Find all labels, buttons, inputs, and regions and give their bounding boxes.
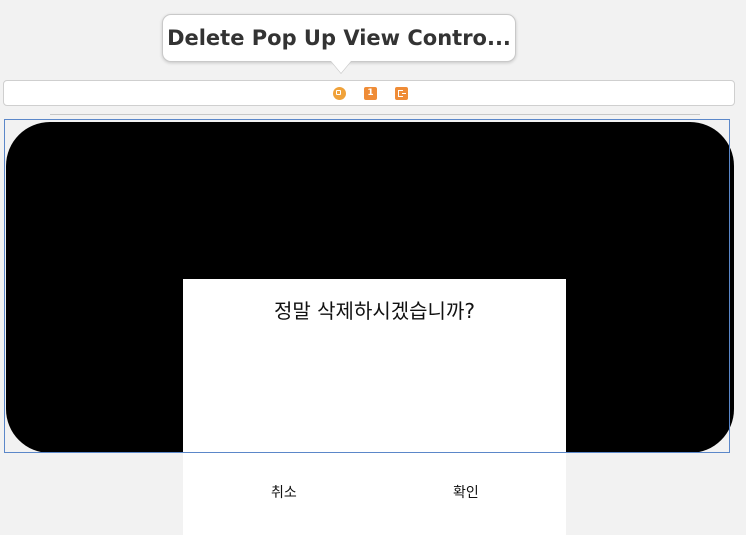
- cancel-button[interactable]: 취소: [271, 482, 297, 502]
- view-controller-icon[interactable]: [333, 87, 346, 100]
- tooltip-arrow: [331, 61, 351, 73]
- divider: [50, 114, 700, 115]
- first-responder-icon[interactable]: 1: [364, 87, 377, 100]
- scene-selection-outline: [4, 119, 730, 453]
- scene-name-tooltip: Delete Pop Up View Contro...: [162, 14, 516, 62]
- tooltip-text: Delete Pop Up View Contro...: [167, 26, 511, 50]
- scene-dock: 1: [3, 80, 735, 106]
- exit-icon[interactable]: [395, 87, 408, 100]
- first-responder-label: 1: [367, 88, 374, 98]
- confirm-button[interactable]: 확인: [453, 482, 479, 502]
